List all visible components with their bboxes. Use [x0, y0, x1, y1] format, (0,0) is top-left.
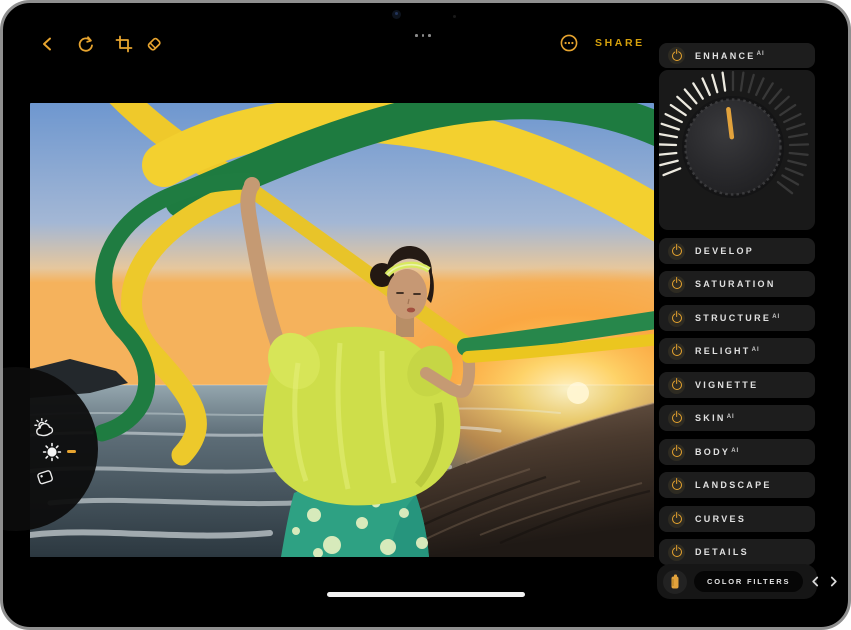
multitask-indicator[interactable]: [415, 34, 431, 37]
power-icon[interactable]: [668, 410, 685, 427]
power-icon[interactable]: [668, 47, 685, 64]
enhance-knob-panel[interactable]: [659, 70, 815, 230]
color-filter-roll-icon: [666, 573, 684, 591]
panel-skin[interactable]: SKINAI: [659, 405, 815, 431]
ipad-device-frame: SHARE: [0, 0, 851, 630]
panel-relight[interactable]: RELIGHTAI: [659, 338, 815, 364]
undo-button[interactable]: [75, 34, 95, 54]
sun-tool-selected[interactable]: [41, 441, 63, 463]
power-icon[interactable]: [668, 343, 685, 360]
home-indicator[interactable]: [327, 592, 525, 597]
color-filters-label: COLOR FILTERS: [707, 577, 790, 586]
film-roll-button[interactable]: [663, 570, 687, 594]
tag-icon: [35, 467, 55, 487]
screenshot-stage: SHARE: [0, 0, 851, 630]
power-icon[interactable]: [668, 444, 685, 461]
panel-label: ENHANCEAI: [695, 51, 765, 61]
panel-curves[interactable]: CURVES: [659, 506, 815, 532]
front-camera: [392, 10, 401, 19]
chevron-left-icon: [39, 35, 57, 53]
chevron-right-icon: [828, 576, 839, 587]
eraser-button[interactable]: [144, 34, 164, 54]
screen: SHARE: [3, 3, 848, 627]
dial-pointer-tick: [67, 450, 76, 453]
prev-filter-button[interactable]: [810, 575, 821, 589]
power-icon[interactable]: [668, 377, 685, 394]
eraser-icon: [144, 34, 164, 54]
crop-button[interactable]: [114, 34, 134, 54]
share-button[interactable]: SHARE: [595, 37, 655, 49]
enhance-knob[interactable]: [659, 70, 815, 230]
undo-icon: [76, 35, 95, 54]
panel-structure[interactable]: STRUCTUREAI: [659, 305, 815, 331]
power-icon[interactable]: [668, 243, 685, 260]
ellipsis-circle-icon: [559, 33, 579, 53]
chevron-left-icon: [810, 576, 821, 587]
power-icon[interactable]: [668, 477, 685, 494]
panel-develop[interactable]: DEVELOP: [659, 238, 815, 264]
sensor-dot: [453, 15, 456, 18]
panel-vignette[interactable]: VIGNETTE: [659, 372, 815, 398]
color-filters-button[interactable]: COLOR FILTERS: [694, 571, 803, 592]
color-filters-bar: COLOR FILTERS: [657, 564, 817, 599]
panel-body[interactable]: BODYAI: [659, 439, 815, 465]
photo-canvas[interactable]: [30, 103, 654, 557]
crop-icon: [115, 35, 133, 53]
back-button[interactable]: [38, 34, 58, 54]
power-icon[interactable]: [668, 544, 685, 561]
more-button[interactable]: [559, 33, 579, 53]
panel-saturation[interactable]: SATURATION: [659, 271, 815, 297]
panel-details[interactable]: DETAILS: [659, 539, 815, 565]
panel-landscape[interactable]: LANDSCAPE: [659, 472, 815, 498]
next-filter-button[interactable]: [828, 575, 839, 589]
sun-cloud-tool[interactable]: [33, 417, 55, 439]
photo-image: [30, 103, 654, 557]
power-icon[interactable]: [668, 276, 685, 293]
sun-icon: [41, 441, 63, 463]
sun-behind-cloud-icon: [33, 417, 55, 439]
panel-enhance[interactable]: ENHANCEAI: [659, 43, 815, 68]
tag-tool[interactable]: [35, 467, 55, 487]
power-icon[interactable]: [668, 310, 685, 327]
power-icon[interactable]: [668, 511, 685, 528]
